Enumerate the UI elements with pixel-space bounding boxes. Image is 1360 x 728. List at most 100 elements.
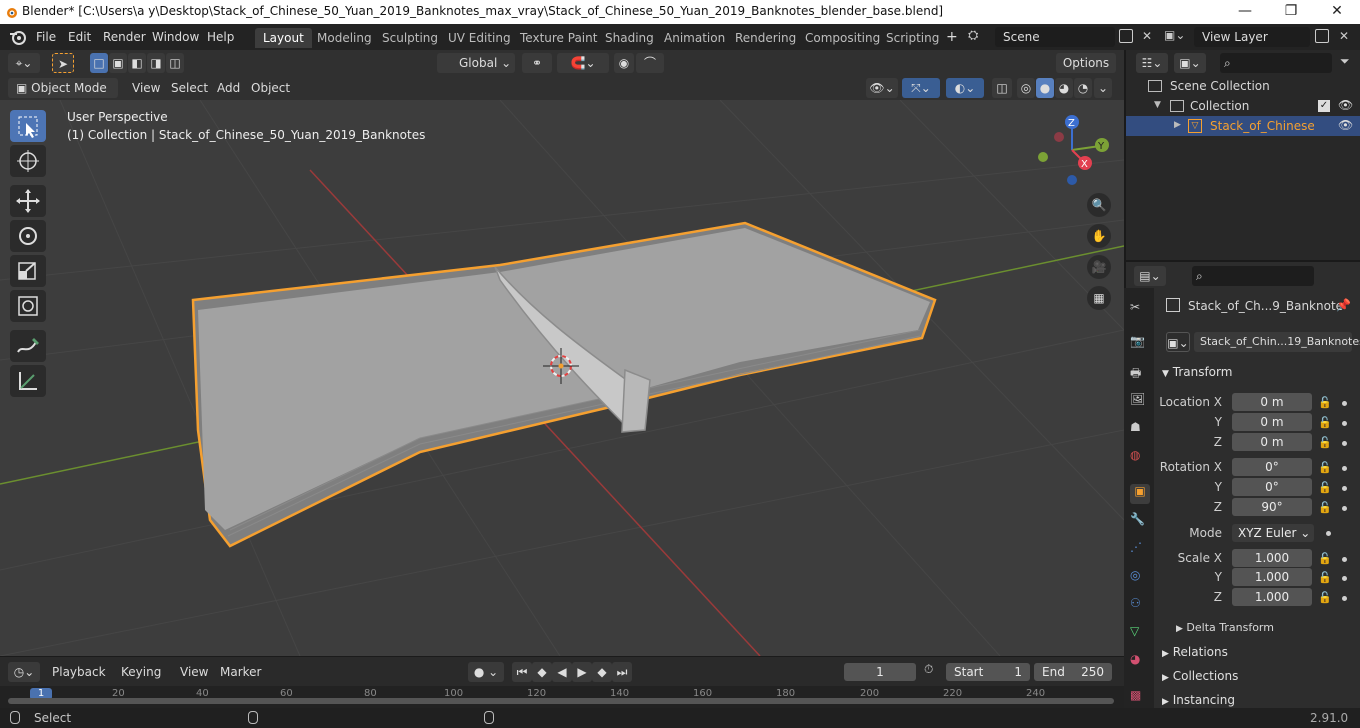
next-keyframe-icon[interactable]: ◆ (592, 662, 612, 682)
lock-icon[interactable]: 🔓 (1318, 501, 1332, 514)
lock-icon[interactable]: 🔓 (1318, 552, 1332, 565)
collection-expand-icon[interactable]: ▼ (1154, 100, 1161, 110)
viewport-scene[interactable]: Z Y X (0, 100, 1124, 656)
jump-end-icon[interactable]: ⏭ (612, 662, 632, 682)
shading-options-icon[interactable]: ⌄ (1094, 78, 1112, 98)
view-layer-field[interactable]: View Layer (1194, 27, 1310, 47)
falloff-icon[interactable]: ⌒ (636, 53, 664, 73)
stopwatch-icon[interactable]: ⏱ (924, 662, 942, 680)
view-layer-tab-icon[interactable]: 🖼 (1130, 392, 1150, 412)
proportional-edit-icon[interactable]: ◉ (614, 53, 634, 73)
tab-texture-paint[interactable]: Texture Paint (512, 28, 605, 48)
pan-hand-icon[interactable]: ✋ (1087, 224, 1111, 248)
outliner-panel[interactable]: ☷⌄ ▣⌄ ⌕ ⏷ Scene Collection ▼ Collection … (1124, 50, 1360, 260)
editor-type-icon[interactable]: ⌖⌄ (8, 53, 40, 73)
scale-y-field[interactable]: 1.000 (1232, 568, 1312, 586)
collections-header[interactable]: ▶ Collections (1162, 669, 1238, 683)
play-icon[interactable]: ▶ (572, 662, 592, 682)
keyframe-dot[interactable] (1342, 506, 1347, 511)
object-expand-icon[interactable]: ▶ (1174, 120, 1181, 130)
keyframe-dot[interactable] (1342, 466, 1347, 471)
outliner-search-input[interactable]: ⌕ (1220, 53, 1332, 73)
pin-icon[interactable]: 📌 (1336, 298, 1351, 312)
timeline-menu-keying[interactable]: Keying (115, 663, 167, 681)
output-tab-icon[interactable]: 🖶 (1130, 364, 1150, 384)
keyframe-dot[interactable] (1342, 596, 1347, 601)
tool-scale[interactable] (10, 255, 46, 287)
delta-transform-header[interactable]: ▶ Delta Transform (1176, 621, 1274, 634)
tool-select-box[interactable] (10, 110, 46, 142)
lock-icon[interactable]: 🔓 (1318, 396, 1332, 409)
rotation-z-field[interactable]: 90° (1232, 498, 1312, 516)
keyframe-dot[interactable] (1342, 441, 1347, 446)
location-x-field[interactable]: 0 m (1232, 393, 1312, 411)
scene-collection-label[interactable]: Scene Collection (1170, 79, 1270, 93)
tool-cursor[interactable] (10, 145, 46, 177)
properties-search-input[interactable]: ⌕ (1192, 266, 1314, 286)
visibility-icon[interactable]: 👁⌄ (866, 78, 898, 98)
options-dropdown[interactable]: Options ⌄ (1056, 53, 1116, 90)
object-name-label[interactable]: Stack_of_Ch...9_Banknote (1188, 299, 1343, 313)
lock-icon[interactable]: 🔓 (1318, 481, 1332, 494)
navigation-gizmo[interactable]: Z Y X (1038, 115, 1109, 185)
display-mode-icon[interactable]: ▣⌄ (1174, 53, 1206, 73)
orientation-dropdown[interactable]: Global ⌄ (437, 53, 515, 73)
minimize-button[interactable]: — (1222, 0, 1268, 24)
maximize-button[interactable]: ❐ (1268, 0, 1314, 24)
keyframe-dot[interactable] (1342, 421, 1347, 426)
tab-sculpting[interactable]: Sculpting (374, 28, 446, 48)
object-tab-icon[interactable]: ▣ (1130, 484, 1150, 504)
particles-tab-icon[interactable]: ⋰ (1130, 540, 1150, 560)
menu-file[interactable]: File (30, 28, 62, 46)
object-data-field[interactable]: Stack_of_Chin...19_Banknotes (1194, 332, 1360, 352)
object-label[interactable]: Stack_of_Chinese_50 (1210, 119, 1314, 133)
timeline-menu-marker[interactable]: Marker (214, 663, 267, 681)
scene-field[interactable]: Scene (995, 27, 1115, 47)
record-icon[interactable]: ● ⌄ (468, 662, 504, 682)
physics-tab-icon[interactable]: ◎ (1130, 568, 1150, 588)
texture-tab-icon[interactable]: ▩ (1130, 688, 1150, 708)
location-y-field[interactable]: 0 m (1232, 413, 1312, 431)
scale-z-field[interactable]: 1.000 (1232, 588, 1312, 606)
snap-icon[interactable]: 🧲⌄ (557, 53, 609, 73)
tab-modeling[interactable]: Modeling (309, 28, 380, 48)
tool-measure[interactable] (10, 365, 46, 397)
scale-x-field[interactable]: 1.000 (1232, 549, 1312, 567)
start-frame-field[interactable]: Start 1 (946, 663, 1030, 681)
keyframe-dot[interactable] (1342, 401, 1347, 406)
tool-tab-icon[interactable]: ✂ (1130, 300, 1150, 320)
prev-keyframe-icon[interactable]: ◆ (532, 662, 552, 682)
end-frame-field[interactable]: End 250 (1034, 663, 1112, 681)
overlay-toggle-icon[interactable]: ◐⌄ (946, 78, 984, 98)
rotation-x-field[interactable]: 0° (1232, 458, 1312, 476)
tab-shading[interactable]: Shading (597, 28, 662, 48)
vp-menu-view[interactable]: View (126, 79, 166, 97)
view-layer-browse-icon[interactable]: ▣⌄ (1164, 28, 1192, 46)
menu-edit[interactable]: Edit (62, 28, 97, 46)
properties-panel[interactable]: ▤⌄ ⌕ Stack_of_Ch...9_Banknote 📌 ▣⌄ Stack… (1124, 260, 1360, 708)
scene-tab-icon[interactable]: ☗ (1130, 420, 1150, 440)
current-frame-field[interactable]: 1 (844, 663, 916, 681)
render-tab-icon[interactable]: 📷 (1130, 334, 1150, 354)
xray-icon[interactable]: ◫ (992, 78, 1012, 98)
outliner-editor-icon[interactable]: ☷⌄ (1136, 53, 1168, 73)
lock-icon[interactable]: 🔓 (1318, 591, 1332, 604)
keyframe-dot[interactable] (1342, 486, 1347, 491)
lock-icon[interactable]: 🔓 (1318, 461, 1332, 474)
keyframe-dot[interactable] (1342, 576, 1347, 581)
shading-solid-icon[interactable]: ● (1036, 78, 1054, 98)
grid-perspective-icon[interactable]: ▦ (1087, 286, 1111, 310)
object-data-browse-icon[interactable]: ▣⌄ (1166, 332, 1190, 352)
mode-invert-icon[interactable]: ◨ (147, 53, 165, 73)
collection-visibility-icon[interactable]: 👁 (1338, 98, 1353, 112)
constraints-tab-icon[interactable]: ⚇ (1130, 596, 1150, 616)
lock-icon[interactable]: 🔓 (1318, 571, 1332, 584)
relations-header[interactable]: ▶ Relations (1162, 645, 1228, 659)
timeline-scrollbar[interactable] (8, 698, 1114, 704)
banknote-stack-object[interactable] (191, 221, 937, 548)
vp-menu-select[interactable]: Select (165, 79, 214, 97)
tab-rendering[interactable]: Rendering (727, 28, 804, 48)
scene-browse-icon[interactable]: ⛭ (968, 28, 992, 46)
pivot-icon[interactable]: ⚭ (522, 53, 552, 73)
select-box-tool-icon[interactable]: ➤ (52, 53, 74, 73)
